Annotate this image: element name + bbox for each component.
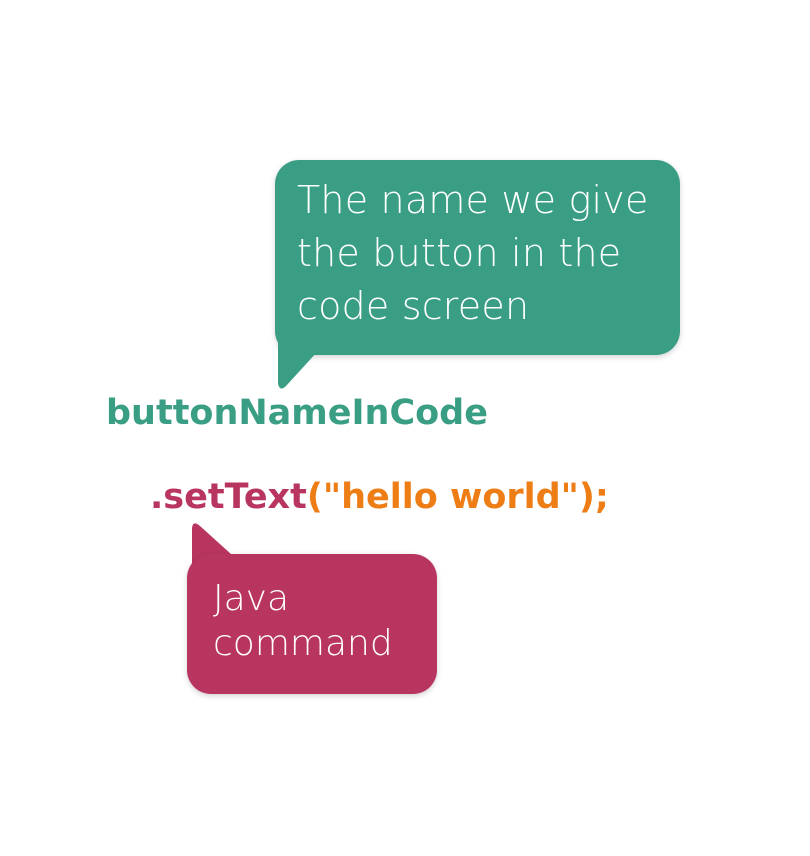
name-callout-tail — [278, 340, 328, 389]
name-callout-bubble: The name we give the button in the code … — [275, 160, 680, 355]
name-callout-text: The name we give the button in the code … — [297, 178, 649, 328]
code-method-call: .setText("hello world"); — [150, 472, 609, 522]
code-object-name: buttonNameInCode — [106, 388, 488, 438]
diagram-canvas: The name we give the button in the code … — [0, 0, 810, 856]
method-arguments-text: ("hello world"); — [306, 477, 609, 517]
object-name-text: buttonNameInCode — [106, 393, 488, 433]
method-name-text: .setText — [150, 477, 307, 517]
command-callout-text: Java command — [213, 578, 393, 664]
command-callout-bubble: Java command — [187, 554, 437, 694]
